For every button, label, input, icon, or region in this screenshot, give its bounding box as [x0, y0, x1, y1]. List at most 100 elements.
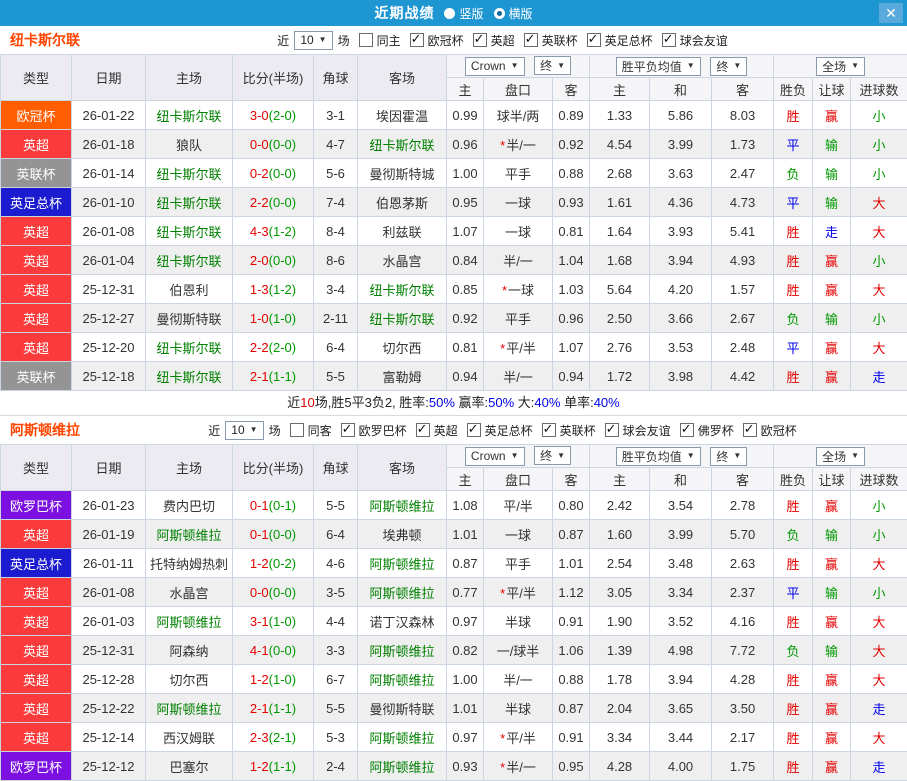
competition-label[interactable]: 英足总杯: [485, 422, 533, 439]
result-handicap: 赢: [813, 549, 851, 578]
team-bar: 纽卡斯尔联 近10▼场同主欧冠杯英超英联杯英足总杯球会友谊: [0, 26, 907, 54]
ah-odds-header: Crown▼ 终▼: [447, 55, 590, 78]
close-icon[interactable]: ✕: [879, 3, 903, 23]
eu-home-odds: 2.04: [590, 694, 650, 723]
ah-line-text: 半/一: [503, 370, 533, 385]
competition-label[interactable]: 球会友谊: [680, 32, 728, 49]
eu-final-select[interactable]: 终▼: [710, 447, 747, 466]
competition-label[interactable]: 英超: [491, 32, 515, 49]
type-badge: 英足总杯: [1, 549, 72, 578]
games-count-select[interactable]: 10▼: [294, 31, 332, 50]
ah-away-odds: 1.12: [553, 578, 590, 607]
odds-type-select-value: 胜平负均值: [622, 58, 682, 75]
ah-line-text: 半/一: [506, 760, 536, 775]
scope-select[interactable]: 全场▼: [816, 447, 865, 466]
games-count-select[interactable]: 10▼: [225, 421, 263, 440]
competition-label[interactable]: 英超: [434, 422, 458, 439]
result-goals: 大: [851, 636, 907, 665]
competition-checkbox[interactable]: [662, 33, 676, 47]
bookmaker-select[interactable]: Crown▼: [465, 57, 525, 76]
odds-type-select[interactable]: 胜平负均值▼: [616, 447, 701, 466]
eu-away-odds: 1.57: [712, 275, 774, 304]
competition-checkbox[interactable]: [587, 33, 601, 47]
competition-label[interactable]: 英足总杯: [605, 32, 653, 49]
competition-label[interactable]: 英联杯: [560, 422, 596, 439]
eu-away-odds: 7.72: [712, 636, 774, 665]
competition-label[interactable]: 欧罗巴杯: [359, 422, 407, 439]
corners: 6-4: [314, 520, 358, 549]
away-team: 纽卡斯尔联: [358, 304, 447, 333]
competition-checkbox[interactable]: [743, 423, 757, 437]
competition-label[interactable]: 球会友谊: [623, 422, 671, 439]
score: 4-1(0-0): [233, 636, 314, 665]
col-home: 主场: [146, 445, 233, 491]
competition-checkbox[interactable]: [467, 423, 481, 437]
competition-label[interactable]: 欧冠杯: [761, 422, 797, 439]
competition-label[interactable]: 佛罗杯: [698, 422, 734, 439]
home-team: 纽卡斯尔联: [146, 217, 233, 246]
same-venue-label[interactable]: 同主: [377, 32, 401, 49]
odds-type-select[interactable]: 胜平负均值▼: [616, 57, 701, 76]
result-goals: 小: [851, 246, 907, 275]
ah-line: 平手: [484, 159, 553, 188]
vertical-layout-label[interactable]: 竖版: [459, 5, 483, 22]
eu-draw-odds: 3.99: [650, 130, 712, 159]
eu-final-select[interactable]: 终▼: [710, 57, 747, 76]
full-time-score: 1-2: [250, 556, 269, 571]
competition-checkbox[interactable]: [341, 423, 355, 437]
home-team: 水晶宫: [146, 578, 233, 607]
result-handicap: 输: [813, 578, 851, 607]
match-row: 英超25-12-20纽卡斯尔联2-2(2-0)6-4切尔西0.81*平/半1.0…: [1, 333, 907, 362]
half-time-score: (1-1): [269, 369, 296, 384]
competition-checkbox[interactable]: [473, 33, 487, 47]
same-venue-label[interactable]: 同客: [308, 422, 332, 439]
ah-home-odds: 1.01: [447, 694, 484, 723]
scope-select[interactable]: 全场▼: [816, 57, 865, 76]
full-time-score: 1-2: [250, 672, 269, 687]
competition-checkbox[interactable]: [524, 33, 538, 47]
vertical-layout-radio[interactable]: [444, 8, 455, 19]
competition-checkbox[interactable]: [605, 423, 619, 437]
same-venue-checkbox[interactable]: [290, 423, 304, 437]
competition-checkbox[interactable]: [416, 423, 430, 437]
score: 0-1(0-1): [233, 491, 314, 520]
games-count-value: 10: [231, 423, 244, 437]
away-team: 阿斯顿维拉: [358, 752, 447, 781]
type-badge: 英超: [1, 665, 72, 694]
ah-final-select[interactable]: 终▼: [534, 446, 571, 465]
result-wdl: 胜: [774, 362, 813, 391]
ah-final-select[interactable]: 终▼: [534, 56, 571, 75]
competition-checkbox[interactable]: [542, 423, 556, 437]
col-date: 日期: [72, 55, 146, 101]
competition-label[interactable]: 欧冠杯: [428, 32, 464, 49]
half-time-score: (2-0): [269, 340, 296, 355]
score: 2-2(0-0): [233, 188, 314, 217]
competition-checkbox[interactable]: [680, 423, 694, 437]
ah-away-odds: 0.91: [553, 607, 590, 636]
horizontal-layout-label[interactable]: 横版: [509, 5, 533, 22]
col-ah-away: 客: [553, 78, 590, 101]
bookmaker-select[interactable]: Crown▼: [465, 447, 525, 466]
type-badge: 英联杯: [1, 362, 72, 391]
type-badge: 欧罗巴杯: [1, 752, 72, 781]
chevron-down-icon: ▼: [687, 452, 695, 460]
chevron-down-icon: ▼: [319, 36, 327, 44]
ah-away-odds: 0.89: [553, 101, 590, 130]
result-wdl: 胜: [774, 491, 813, 520]
competition-label[interactable]: 英联杯: [542, 32, 578, 49]
match-row: 英超26-01-03阿斯顿维拉3-1(1-0)4-4诺丁汉森林0.97半球0.9…: [1, 607, 907, 636]
home-team: 纽卡斯尔联: [146, 188, 233, 217]
result-goals: 小: [851, 491, 907, 520]
competition-checkbox[interactable]: [410, 33, 424, 47]
home-team: 纽卡斯尔联: [146, 246, 233, 275]
away-team: 阿斯顿维拉: [358, 636, 447, 665]
horizontal-layout-radio[interactable]: [494, 8, 505, 19]
same-venue-checkbox[interactable]: [359, 33, 373, 47]
eu-draw-odds: 3.63: [650, 159, 712, 188]
ah-line: *半/一: [484, 130, 553, 159]
match-row: 英超25-12-31伯恩利1-3(1-2)3-4纽卡斯尔联0.85*一球1.03…: [1, 275, 907, 304]
full-time-score: 0-2: [250, 166, 269, 181]
col-handicap-result: 让球: [813, 468, 851, 491]
away-team: 阿斯顿维拉: [358, 578, 447, 607]
half-time-score: (1-0): [269, 311, 296, 326]
